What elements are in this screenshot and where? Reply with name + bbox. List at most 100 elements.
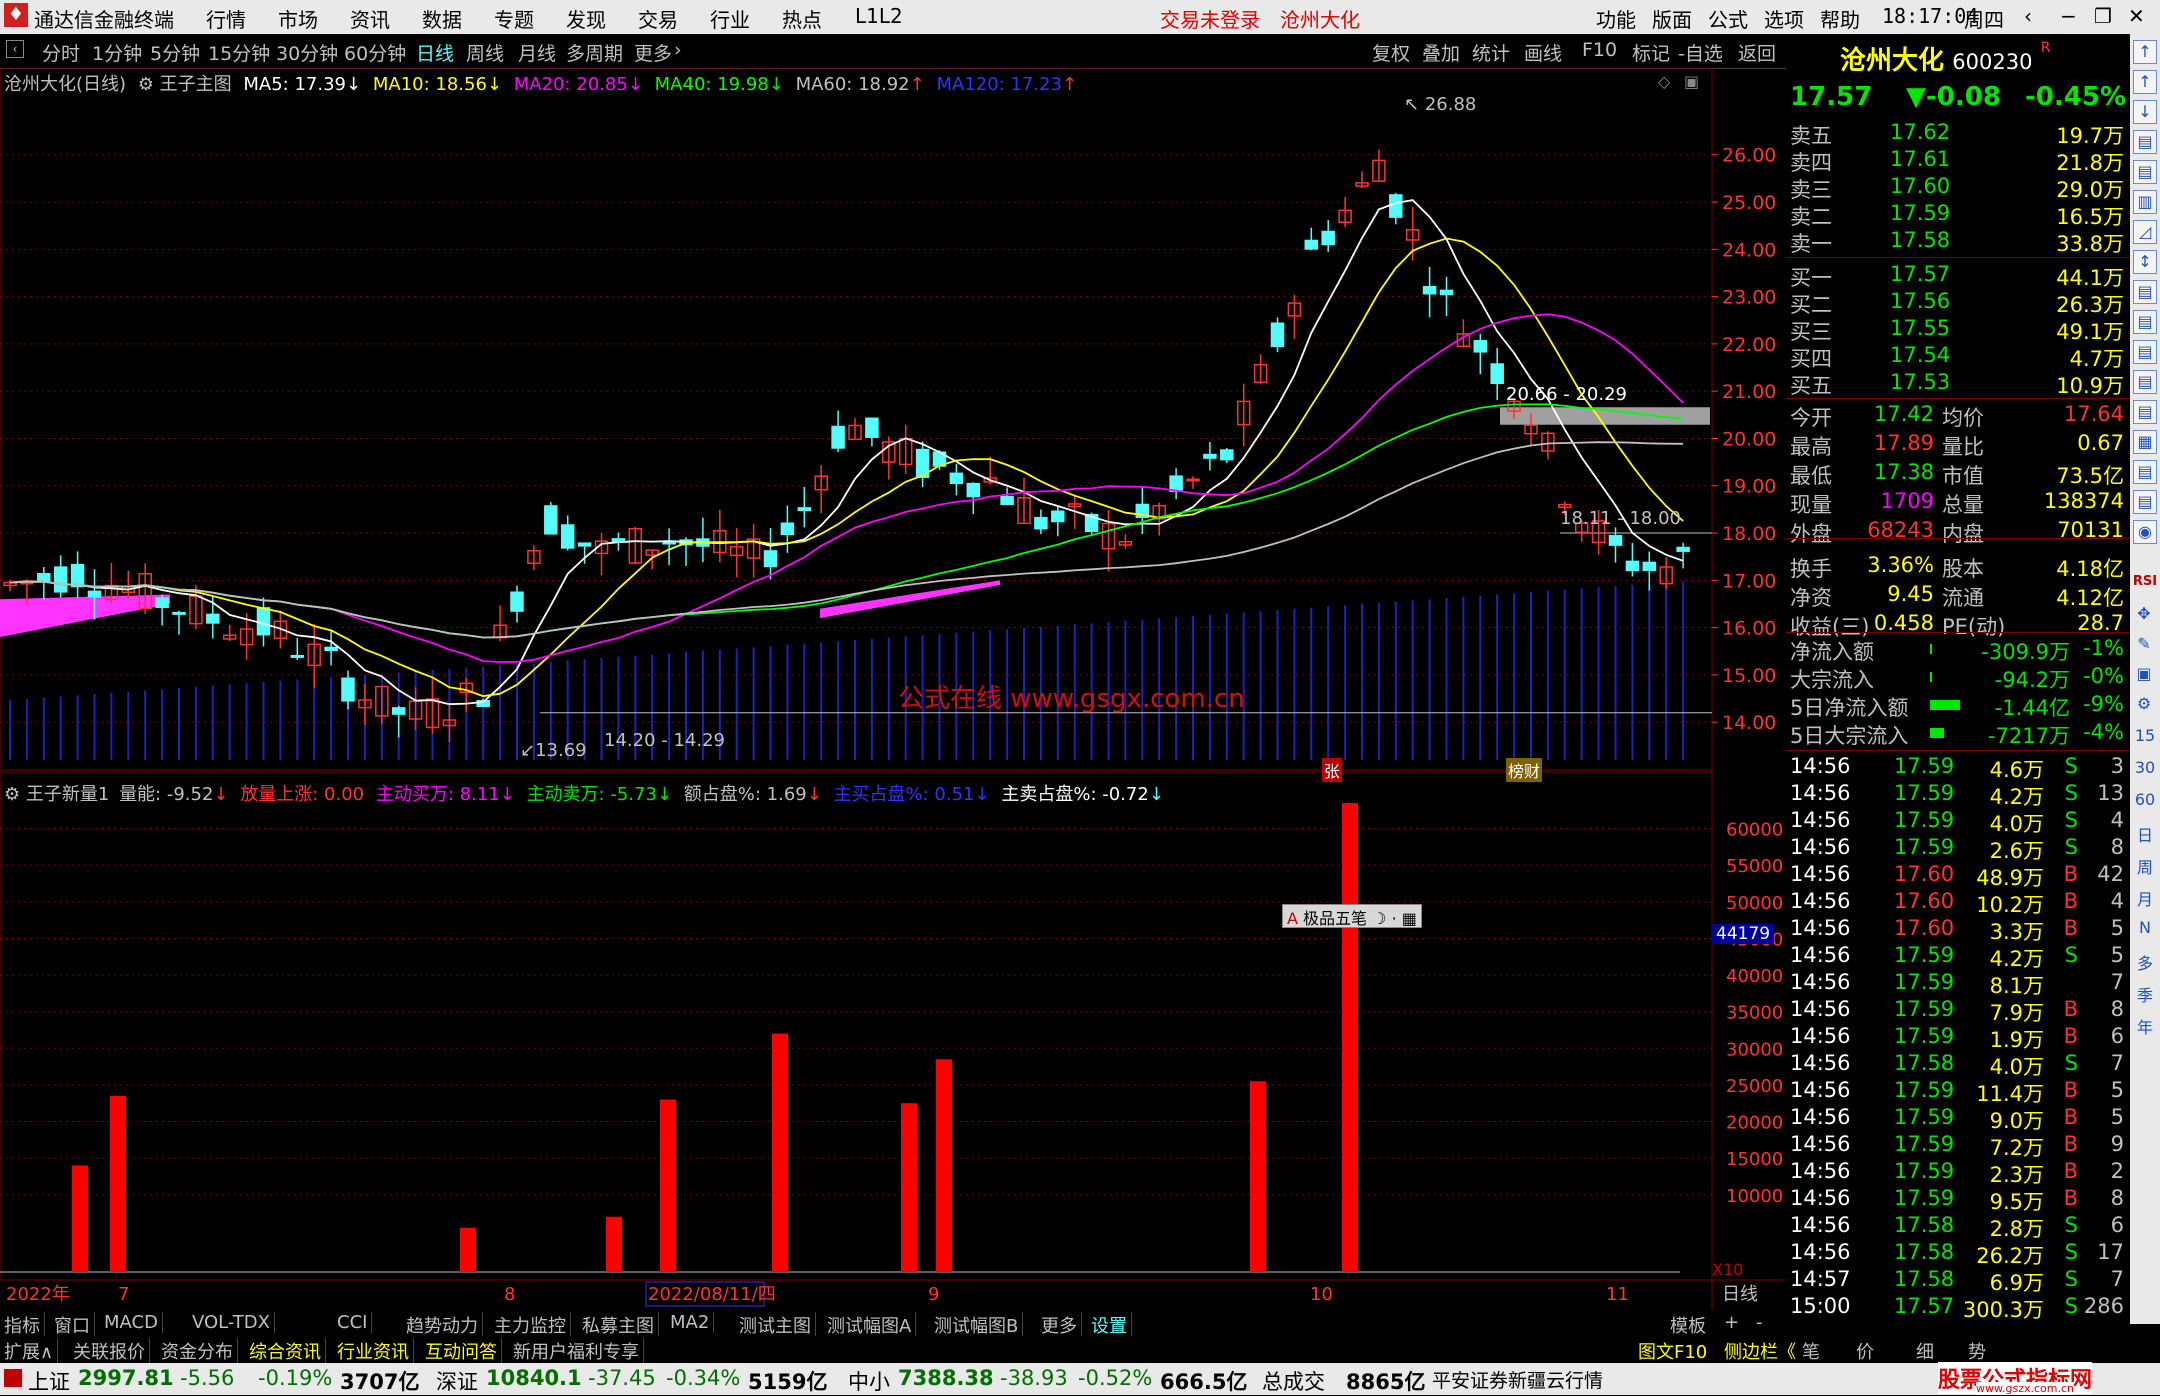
period-shortcut-6[interactable]: N [2132,918,2158,937]
tool-biaoji[interactable]: 标记 [1632,39,1670,66]
indicator-tab[interactable]: 测试幅图A [827,1312,917,1338]
period-shortcut-5[interactable]: 月 [2132,886,2158,910]
tool-fanhui[interactable]: 返回 [1738,39,1776,66]
ask-row[interactable]: 卖三 17.60 29.0万 [1790,174,2124,202]
menu-faxian[interactable]: 发现 [566,4,606,33]
move-icon[interactable]: ✥ [2133,604,2155,626]
expand-right-tab[interactable]: 价 [1856,1338,1874,1364]
index-label[interactable]: 深证 [436,1366,478,1396]
list-icon[interactable]: ▤ [2133,130,2157,154]
indicator-tab[interactable]: 测试幅图B [934,1312,1024,1338]
period-5min[interactable]: 5分钟 [150,39,200,66]
indicator-tab[interactable]: MACD [104,1312,163,1333]
expand-tab[interactable]: 资金分布 [161,1338,238,1364]
template-tab[interactable]: + [1724,1312,1739,1333]
window-toggle-icon[interactable]: ▣ [1684,72,1699,91]
chart-icon[interactable]: ◿ [2133,220,2157,244]
period-fenshi[interactable]: 分时 [42,39,80,66]
tool-zixuan[interactable]: -自选 [1678,39,1723,66]
ask-row[interactable]: 卖四 17.61 21.8万 [1790,147,2124,175]
template-tab[interactable]: 模板 [1670,1312,1706,1338]
indicator-tab[interactable]: 窗口 [54,1312,95,1338]
minimize-icon[interactable]: − [2060,4,2077,28]
panel-toggle-icon[interactable]: ‹ [6,40,24,58]
indicator-tab[interactable]: 更多 [1041,1312,1082,1338]
ime-dot-icon[interactable]: · [1392,909,1397,928]
chart-area[interactable]: 26.00 25.00 24.00 23.00 22.00 21.00 20.00 19.00… [0,68,1786,1310]
expand-tab[interactable]: 综合资讯 [249,1338,326,1364]
up-arrow-icon[interactable]: ↑ [2133,70,2157,94]
expand-right-tab[interactable]: 笔 [1802,1338,1820,1364]
ime-moon-icon[interactable]: ☽ [1372,909,1386,928]
expand-right-tab[interactable]: 细 [1916,1338,1934,1364]
f10-icon[interactable]: ▤ [2133,310,2157,334]
period-shortcut-1[interactable]: 30 [2132,758,2158,777]
indicator-tab[interactable]: 主力监控 [494,1312,571,1338]
bid-row[interactable]: 买三 17.55 49.1万 [1790,316,2124,344]
indicator-tab[interactable]: 设置 [1091,1312,1132,1338]
expand-tab[interactable]: 扩展∧ [4,1338,59,1364]
period-shortcut-4[interactable]: 周 [2132,854,2158,878]
grid-icon[interactable]: ▤ [2133,160,2157,184]
expand-tab[interactable]: 新用户福利专享 [513,1338,644,1364]
doc-icon[interactable]: ▤ [2133,370,2157,394]
period-shortcut-7[interactable]: 多 [2132,950,2158,974]
expand-tab[interactable]: 行业资讯 [337,1338,414,1364]
brush-icon[interactable]: ✎ [2133,634,2155,656]
news-icon[interactable]: ▤ [2133,340,2157,364]
indicator-tab[interactable]: CCI [337,1312,373,1333]
menu-gongshi[interactable]: 公式 [1708,4,1748,33]
tool-f10[interactable]: F10 [1582,39,1617,61]
index-label[interactable]: 上证 [28,1366,70,1396]
period-monthly[interactable]: 月线 [518,39,556,66]
indicator-tab[interactable]: VOL-TDX [192,1312,275,1333]
news-icon[interactable]: ▤ [2133,490,2157,514]
template-tab[interactable]: - [1756,1312,1763,1333]
up-arrow-icon[interactable]: ↑ [2133,40,2157,64]
period-30min[interactable]: 30分钟 [276,39,338,66]
period-shortcut-2[interactable]: 60 [2132,790,2158,809]
menu-hangqing[interactable]: 行情 [206,4,246,33]
menu-jiaoyi[interactable]: 交易 [638,4,678,33]
ask-row[interactable]: 卖一 17.58 33.8万 [1790,228,2124,256]
menu-zixun[interactable]: 资讯 [350,4,390,33]
bid-row[interactable]: 买二 17.56 26.3万 [1790,289,2124,317]
login-status[interactable]: 交易未登录 [1160,4,1260,33]
tool-diejia[interactable]: 叠加 [1422,39,1460,66]
ime-keyboard-icon[interactable]: ▦ [1402,909,1417,928]
period-15min[interactable]: 15分钟 [208,39,270,66]
period-shortcut-9[interactable]: 年 [2132,1014,2158,1038]
menu-xuanxiang[interactable]: 选项 [1764,4,1804,33]
indicator-tab[interactable]: 测试主图 [739,1312,816,1338]
period-1min[interactable]: 1分钟 [92,39,142,66]
period-more[interactable]: 更多 [634,39,672,66]
menu-hangye[interactable]: 行业 [710,4,750,33]
settings-gear-icon[interactable]: ⚙ [4,784,20,805]
period-weekly[interactable]: 周线 [466,39,504,66]
diamond-icon[interactable]: ◇ [1658,72,1670,91]
indicator-tab[interactable]: MA2 [670,1312,715,1333]
sort-icon[interactable]: ↕ [2133,250,2157,274]
expand-tab[interactable]: 互动问答 [425,1338,502,1364]
sub-indicator-name[interactable]: 王子新量1 [26,784,109,805]
target-icon[interactable]: ◉ [2133,520,2157,544]
bid-row[interactable]: 买五 17.53 10.9万 [1790,370,2124,398]
period-multi[interactable]: 多周期 [566,39,623,66]
main-indicator-name[interactable]: 王子主图 [160,74,232,95]
expand-right-tab[interactable]: 势 [1968,1338,1986,1364]
book-icon[interactable]: ▤ [2133,460,2157,484]
restore-icon[interactable]: ❐ [2094,4,2112,28]
expand-right-tab[interactable]: 图文F10 [1638,1338,1707,1364]
tool-fuquan[interactable]: 复权 [1372,39,1410,66]
tool-huaxian[interactable]: 画线 [1524,39,1562,66]
more-chevron-icon[interactable]: › [674,39,682,61]
calendar-icon[interactable]: ▦ [2133,430,2157,454]
expand-right-tab[interactable]: 侧边栏《 [1724,1338,1796,1364]
menu-shuju[interactable]: 数据 [422,4,462,33]
period-60min[interactable]: 60分钟 [344,39,406,66]
f5-icon[interactable]: ▣ [2133,664,2155,686]
indicator-tab[interactable]: 指标 [4,1312,45,1338]
ask-row[interactable]: 卖二 17.59 16.5万 [1790,201,2124,229]
down-arrow-icon[interactable]: ↓ [2133,100,2157,124]
settings-icon[interactable]: ⚙ [2133,694,2155,716]
